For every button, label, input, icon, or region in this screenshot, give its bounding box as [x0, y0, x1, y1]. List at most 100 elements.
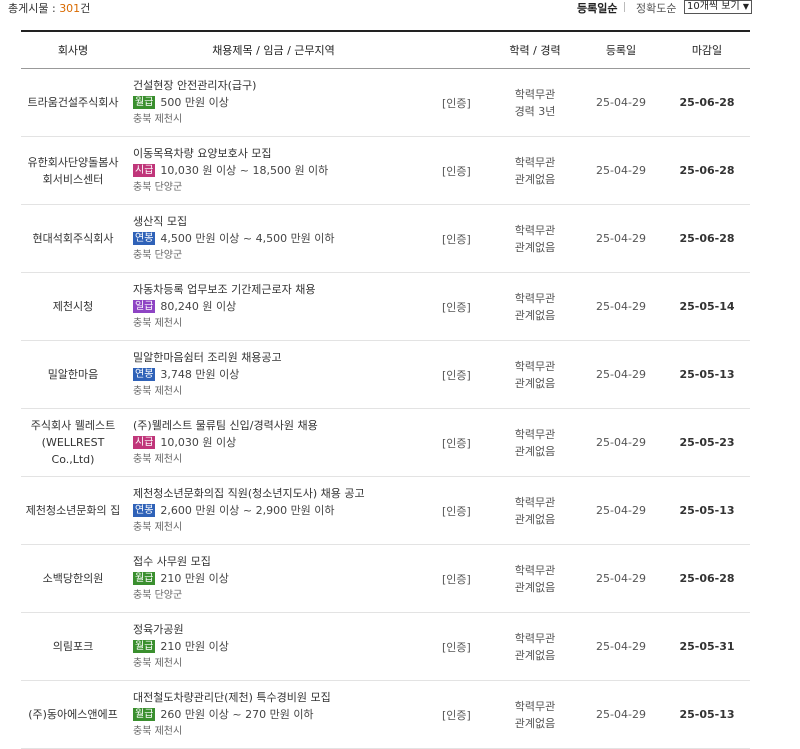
company-name-line: (WELLREST Co.,Ltd)	[41, 436, 105, 466]
education-career: 학력무관관계없음	[492, 680, 578, 749]
job-title-link[interactable]: 건설현장 안전관리자(급구)	[133, 77, 422, 94]
pay-amount: 210 만원 이상	[160, 640, 229, 653]
education-text: 학력무관	[514, 87, 556, 101]
per-page-select[interactable]: 10개씩 보기 ▼	[684, 0, 752, 14]
job-title-link[interactable]: 대전철도차량관리단(제천) 특수경비원 모집	[133, 689, 422, 706]
company-name-line: 제천청소년문화의 집	[25, 504, 121, 517]
job-rows: 트라움건설주식회사 건설현장 안전관리자(급구) 월급 500 만원 이상 충북 …	[21, 68, 750, 749]
certified-label: [인증]	[422, 68, 492, 137]
career-text: 관계없음	[514, 444, 556, 458]
job-title-link[interactable]: (주)웰레스트 물류팀 신입/경력사원 채용	[133, 417, 422, 434]
job-info: 정육가공원 월급 210 만원 이상 충북 제천시	[125, 612, 422, 681]
education-text: 학력무관	[514, 427, 556, 441]
work-region: 충북 제천시	[133, 114, 183, 125]
table-row[interactable]: 의림포크 정육가공원 월급 210 만원 이상 충북 제천시 [인증] 학력무관 관…	[21, 612, 750, 681]
job-title-link[interactable]: 제천청소년문화의집 직원(청소년지도사) 채용 공고	[133, 485, 422, 502]
pay-amount: 210 만원 이상	[160, 572, 229, 585]
work-region: 충북 제천시	[133, 522, 183, 533]
table-row[interactable]: 유한회사단양돌봄사 회서비스센터 이동목욕차량 요양보호사 모집 시급 10,030…	[21, 136, 750, 205]
registered-date: 25-04-29	[578, 204, 664, 273]
per-page-value: 10개씩 보기	[687, 1, 740, 12]
registered-date: 25-04-29	[578, 544, 664, 613]
pay-line: 월급 500 만원 이상	[133, 94, 422, 111]
company-name[interactable]: (주)동아에스앤에프	[21, 680, 125, 749]
pay-line: 일급 80,240 원 이상	[133, 298, 422, 315]
company-name[interactable]: 유한회사단양돌봄사 회서비스센터	[21, 136, 125, 205]
table-row[interactable]: 현대석회주식회사 생산직 모집 연봉 4,500 만원 이상 ~ 4,500 만원…	[21, 204, 750, 273]
col-header-registered: 등록일	[578, 30, 664, 69]
table-row[interactable]: 제천청소년문화의 집 제천청소년문화의집 직원(청소년지도사) 채용 공고 연봉…	[21, 476, 750, 545]
table-row[interactable]: 소백당한의원 접수 사무원 모집 월급 210 만원 이상 충북 단양군 [인증]…	[21, 544, 750, 613]
education-career: 학력무관 관계없음	[492, 544, 578, 613]
education-text: 학력무관	[514, 699, 556, 713]
col-header-education: 학력 / 경력	[492, 30, 578, 69]
total-count-number: 301	[59, 2, 81, 15]
company-name[interactable]: 현대석회주식회사	[21, 204, 125, 273]
registered-date: 25-04-29	[578, 136, 664, 205]
work-region: 충북 제천시	[133, 386, 183, 397]
job-title-link[interactable]: 정육가공원	[133, 621, 422, 638]
certified-label: [인증]	[422, 408, 492, 477]
table-row[interactable]: 주식회사 웰레스트 (WELLREST Co.,Ltd) (주)웰레스트 물류팀 …	[21, 408, 750, 477]
registered-date: 25-04-29	[578, 340, 664, 409]
list-toolbar: 총게시물 : 301건 등록일순 정확도순 10개씩 보기 ▼	[0, 0, 800, 16]
table-row[interactable]: (주)동아에스앤에프 대전철도차량관리단(제천) 특수경비원 모집 월급 260 …	[21, 680, 750, 749]
pay-amount: 2,600 만원 이상 ~ 2,900 만원 이하	[160, 504, 335, 517]
pay-type-badge: 월급	[133, 572, 156, 585]
pay-line: 연봉 3,748 만원 이상	[133, 366, 422, 383]
pay-type-badge: 월급	[133, 96, 156, 109]
company-name[interactable]: 주식회사 웰레스트 (WELLREST Co.,Ltd)	[21, 408, 125, 477]
col-header-cert	[422, 30, 492, 69]
company-name[interactable]: 제천청소년문화의 집	[21, 476, 125, 545]
work-region: 충북 제천시	[133, 726, 183, 737]
job-title-link[interactable]: 생산직 모집	[133, 213, 422, 230]
pay-amount: 260 만원 이상 ~ 270 만원 이하	[160, 708, 314, 721]
sort-by-accuracy-link[interactable]: 정확도순	[636, 0, 676, 16]
sort-divider	[624, 2, 625, 12]
certified-label: [인증]	[422, 204, 492, 273]
job-title-link[interactable]: 이동목욕차량 요양보호사 모집	[133, 145, 422, 162]
job-title-link[interactable]: 밀알한마음쉼터 조리원 채용공고	[133, 349, 422, 366]
job-info: 밀알한마음쉼터 조리원 채용공고 연봉 3,748 만원 이상 충북 제천시	[125, 340, 422, 409]
deadline-date: 25-06-28	[664, 544, 750, 613]
pay-amount: 500 만원 이상	[160, 96, 229, 109]
company-name-line: 회서비스센터	[42, 172, 104, 186]
career-text: 관계없음	[514, 716, 556, 730]
job-title-link[interactable]: 접수 사무원 모집	[133, 553, 422, 570]
pay-amount: 10,030 원 이상 ~ 18,500 원 이하	[160, 164, 329, 177]
education-text: 학력무관	[514, 291, 556, 305]
career-text: 관계없음	[514, 648, 556, 662]
pay-type-badge: 시급	[133, 436, 156, 449]
company-name[interactable]: 밀알한마음	[21, 340, 125, 409]
career-text: 관계없음	[514, 308, 556, 322]
table-row[interactable]: 트라움건설주식회사 건설현장 안전관리자(급구) 월급 500 만원 이상 충북 …	[21, 68, 750, 137]
table-row[interactable]: 밀알한마음 밀알한마음쉼터 조리원 채용공고 연봉 3,748 만원 이상 충북 …	[21, 340, 750, 409]
pay-line: 월급 210 만원 이상	[133, 570, 422, 587]
job-info: 이동목욕차량 요양보호사 모집 시급 10,030 원 이상 ~ 18,500 원…	[125, 136, 422, 205]
pay-amount: 4,500 만원 이상 ~ 4,500 만원 이하	[160, 232, 335, 245]
education-career: 학력무관 관계없음	[492, 204, 578, 273]
job-info: 건설현장 안전관리자(급구) 월급 500 만원 이상 충북 제천시	[125, 68, 422, 137]
career-text: 관계없음	[514, 172, 556, 186]
company-name[interactable]: 소백당한의원	[21, 544, 125, 613]
work-region: 충북 단양군	[133, 250, 183, 261]
company-name[interactable]: 트라움건설주식회사	[21, 68, 125, 137]
table-row[interactable]: 제천시청 자동차등록 업무보조 기간제근로자 채용 일급 80,240 원 이상 …	[21, 272, 750, 341]
company-name-line: 밀알한마음	[47, 368, 99, 381]
education-text: 학력무관	[514, 495, 556, 509]
education-career: 학력무관 관계없음	[492, 476, 578, 545]
registered-date: 25-04-29	[578, 408, 664, 477]
education-text: 학력무관	[514, 563, 556, 577]
deadline-date: 25-05-23	[664, 408, 750, 477]
registered-date: 25-04-29	[578, 680, 664, 749]
pay-type-badge: 연봉	[133, 232, 156, 245]
registered-date: 25-04-29	[578, 68, 664, 137]
job-title-link[interactable]: 자동차등록 업무보조 기간제근로자 채용	[133, 281, 422, 298]
registered-date: 25-04-29	[578, 476, 664, 545]
sort-by-registration-link[interactable]: 등록일순	[577, 0, 617, 16]
company-name-line: 제천시청	[52, 300, 94, 313]
work-region: 충북 단양군	[133, 182, 183, 193]
pay-line: 시급 10,030 원 이상	[133, 434, 422, 451]
company-name[interactable]: 의림포크	[21, 612, 125, 681]
company-name[interactable]: 제천시청	[21, 272, 125, 341]
